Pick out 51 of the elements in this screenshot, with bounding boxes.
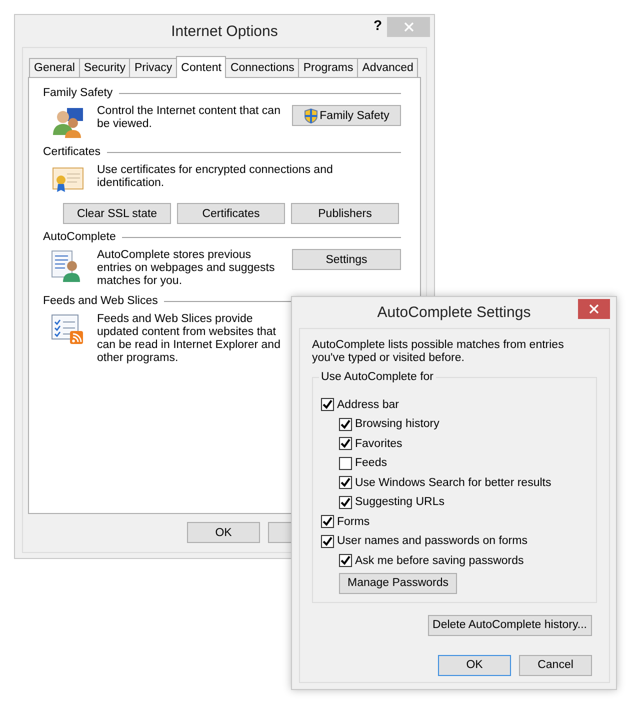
- checkbox-option[interactable]: User names and passwords on forms: [321, 532, 588, 551]
- tab[interactable]: Advanced: [357, 58, 418, 77]
- window-title: Internet Options: [171, 22, 278, 40]
- person-document-icon: [51, 249, 81, 283]
- checklist-feed-icon: [51, 313, 85, 345]
- checkbox-option[interactable]: Use Windows Search for better results: [339, 473, 588, 492]
- window-title: AutoComplete Settings: [377, 304, 531, 321]
- help-button[interactable]: ?: [373, 17, 382, 33]
- group-title: Use AutoComplete for: [319, 371, 436, 383]
- section-title: Certificates: [43, 146, 101, 158]
- checkbox-option[interactable]: Favorites: [339, 434, 588, 454]
- checkbox[interactable]: [339, 418, 352, 431]
- close-icon: [404, 22, 414, 32]
- ok-button[interactable]: OK: [187, 522, 260, 543]
- close-icon: [589, 304, 599, 314]
- section-title: Family Safety: [43, 87, 113, 99]
- shield-icon: [304, 108, 318, 124]
- tab[interactable]: Content: [176, 56, 226, 78]
- people-icon: [51, 105, 85, 139]
- checkbox-option[interactable]: Feeds: [339, 454, 588, 473]
- section-description: Use certificates for encrypted connections and identification.: [97, 164, 334, 190]
- checkbox-option[interactable]: Browsing history: [339, 414, 588, 434]
- section-button[interactable]: Settings: [292, 249, 401, 270]
- dialog-button[interactable]: Cancel: [519, 654, 592, 676]
- checkbox-option[interactable]: Forms: [321, 512, 588, 532]
- checkbox[interactable]: [339, 456, 352, 470]
- certificate-button[interactable]: Clear SSL state: [63, 203, 171, 224]
- checkbox[interactable]: [321, 515, 334, 528]
- checkbox[interactable]: [321, 398, 334, 412]
- checkbox-option[interactable]: Ask me before saving passwords: [339, 551, 588, 570]
- tab[interactable]: General: [29, 58, 80, 77]
- checkbox-option[interactable]: Address bar: [321, 395, 588, 414]
- checkbox-option[interactable]: Suggesting URLs: [339, 492, 588, 512]
- checkbox[interactable]: [339, 496, 352, 509]
- dialog-description: AutoComplete lists possible matches from entries you've typed or visited before.: [312, 339, 565, 365]
- dialog-button[interactable]: OK: [438, 654, 511, 676]
- certificate-button[interactable]: Publishers: [291, 203, 399, 224]
- section-description: AutoComplete stores previous entries on webpages and suggests matches for you.: [97, 249, 276, 288]
- section-title: AutoComplete: [43, 231, 116, 243]
- checkbox[interactable]: [339, 437, 352, 450]
- manage-passwords-button[interactable]: Manage Passwords: [339, 572, 457, 594]
- checkbox[interactable]: [321, 534, 334, 548]
- close-button[interactable]: [578, 299, 610, 319]
- checkbox[interactable]: [339, 476, 352, 490]
- section-description: Control the Internet content that can be viewed.: [97, 105, 282, 131]
- certificate-button[interactable]: Certificates: [177, 203, 285, 224]
- delete-history-button[interactable]: Delete AutoComplete history...: [428, 614, 592, 636]
- section-title: Feeds and Web Slices: [43, 295, 158, 307]
- checkbox[interactable]: [339, 554, 352, 568]
- section-description: Feeds and Web Slices provide updated content from websites that can be read in Internet Explorer and other programs.: [97, 313, 282, 365]
- section-button[interactable]: Family Safety: [292, 105, 401, 126]
